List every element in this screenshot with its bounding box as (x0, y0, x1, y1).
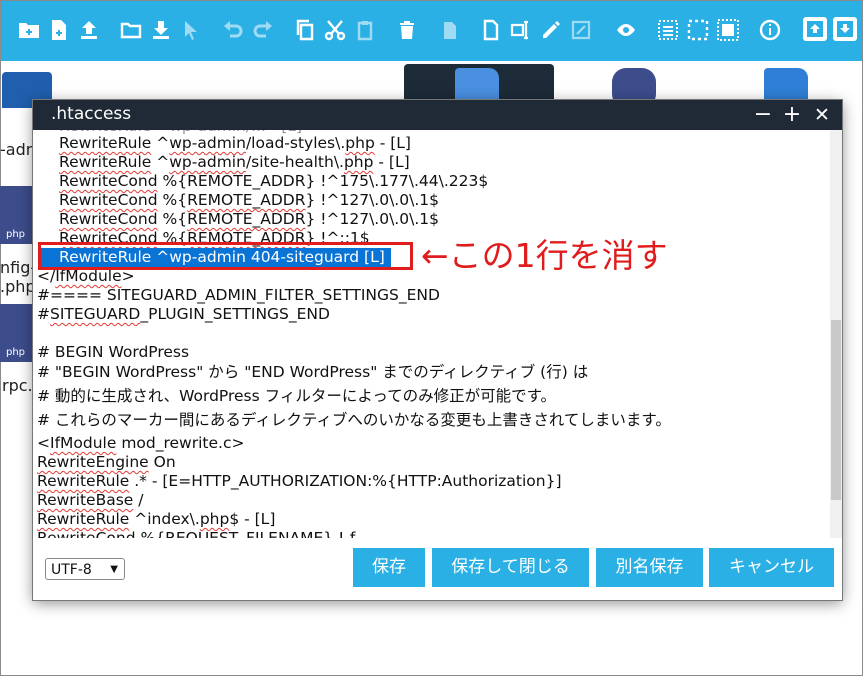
php-thumbnail: php (0, 186, 33, 244)
redo-icon[interactable] (250, 17, 276, 43)
undo-icon[interactable] (220, 17, 246, 43)
editor-dialog: .htaccess − + ✕ RewriteRule ^wp-admin/..… (33, 100, 842, 600)
scrollbar-thumb[interactable] (831, 320, 841, 500)
maximize-button[interactable]: + (780, 102, 804, 128)
cursor-icon[interactable] (178, 17, 204, 43)
new-folder-icon[interactable] (16, 17, 42, 43)
minimize-button[interactable]: − (751, 102, 775, 128)
encoding-select[interactable]: UTF-8 ▼ (45, 558, 125, 580)
code-line: #SITEGUARD_PLUGIN_SETTINGS_END (37, 305, 330, 323)
code-line: RewriteCond %{REQUEST_FILENAME} !-f (37, 529, 356, 538)
code-line: # これらのマーカー間にあるディレクティブへのいかなる変更も上書きされてしまいま… (37, 411, 671, 429)
code-line: RewriteCond %{REMOTE_ADDR} !^175\.177\.4… (59, 172, 489, 190)
select-none-icon[interactable] (685, 17, 711, 43)
duplicate-icon[interactable] (436, 17, 462, 43)
code-line: RewriteCond %{REMOTE_ADDR} !^127\.0\.0\.… (59, 191, 439, 209)
archive-icon[interactable] (833, 17, 857, 41)
code-editor[interactable]: RewriteRule ^wp-admin/... - [L] RewriteR… (33, 130, 830, 538)
copy-icon[interactable] (292, 17, 318, 43)
cancel-button[interactable]: キャンセル (709, 548, 834, 587)
editor-scrollbar[interactable] (830, 130, 842, 538)
download-icon[interactable] (148, 17, 174, 43)
code-line: # "BEGIN WordPress" から "END WordPress" ま… (37, 363, 589, 381)
chevron-down-icon: ▼ (110, 564, 118, 575)
annotation-text: ←この1行を消す (421, 236, 668, 275)
toolbar (1, 1, 862, 61)
cut-icon[interactable] (322, 17, 348, 43)
open-folder-icon[interactable] (118, 17, 144, 43)
code-line: RewriteRule .* - [E=HTTP_AUTHORIZATION:%… (37, 472, 562, 490)
dialog-footer: UTF-8 ▼ 保存 保存して閉じる 別名保存 キャンセル (33, 538, 842, 600)
file-label: rpc. (2, 376, 33, 395)
document-icon[interactable] (478, 17, 504, 43)
code-line: RewriteBase / (37, 491, 144, 509)
resize-icon[interactable] (568, 17, 594, 43)
dialog-titlebar[interactable]: .htaccess − + ✕ (33, 100, 842, 130)
select-all-icon[interactable] (655, 17, 681, 43)
rename-icon[interactable] (508, 17, 534, 43)
code-line: RewriteEngine On (37, 453, 176, 471)
new-file-icon[interactable] (46, 17, 72, 43)
code-line: <IfModule mod_rewrite.c> (37, 434, 245, 452)
code-line: #==== SITEGUARD_ADMIN_FILTER_SETTINGS_EN… (37, 286, 440, 304)
save-close-button[interactable]: 保存して閉じる (432, 548, 589, 587)
invert-selection-icon[interactable] (715, 17, 741, 43)
code-line: RewriteRule ^wp-admin/site-health\.php -… (59, 153, 410, 171)
save-as-button[interactable]: 別名保存 (596, 548, 703, 587)
file-label: .php (0, 277, 36, 296)
code-line: # 動的に生成され、WordPress フィルターによってのみ修正が可能です。 (37, 387, 557, 405)
code-line: RewriteCond %{REMOTE_ADDR} !^127\.0\.0\.… (59, 210, 439, 228)
info-icon[interactable] (757, 17, 783, 43)
php-thumbnail: php (0, 304, 33, 362)
paste-icon[interactable] (352, 17, 378, 43)
close-button[interactable]: ✕ (810, 102, 834, 128)
save-button[interactable]: 保存 (353, 548, 425, 587)
extract-icon[interactable] (803, 17, 827, 41)
code-line: RewriteRule ^index\.php$ - [L] (37, 510, 276, 528)
delete-icon[interactable] (394, 17, 420, 43)
code-line: RewriteRule ^wp-admin/load-styles\.php -… (59, 134, 411, 152)
preview-icon[interactable] (613, 17, 639, 43)
dialog-title: .htaccess (51, 104, 132, 124)
edit-icon[interactable] (538, 17, 564, 43)
upload-icon[interactable] (76, 17, 102, 43)
annotation-highlight-box (38, 242, 413, 270)
code-line: # BEGIN WordPress (37, 343, 190, 361)
